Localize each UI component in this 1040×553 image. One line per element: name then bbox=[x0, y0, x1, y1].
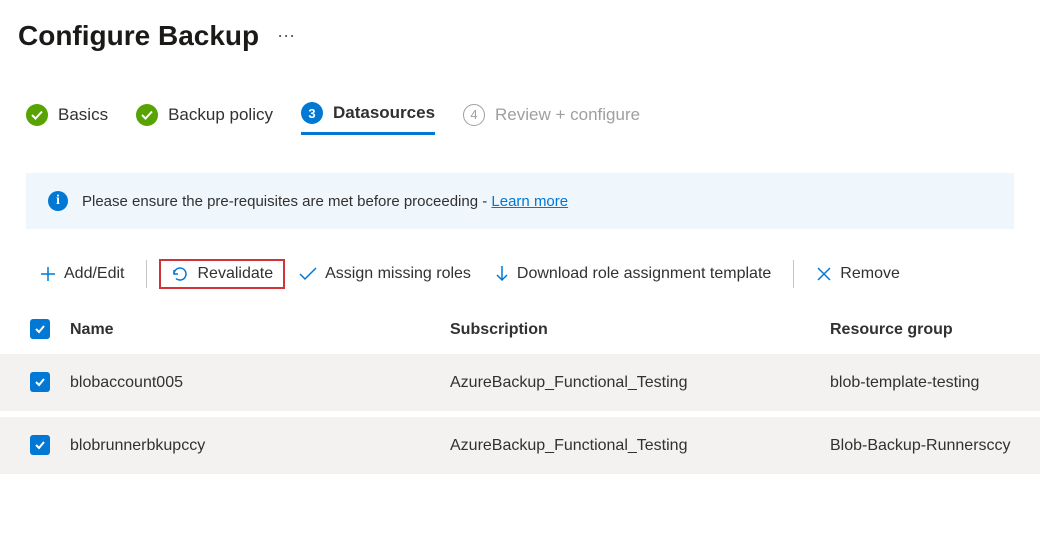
assign-roles-button[interactable]: Assign missing roles bbox=[289, 259, 481, 289]
tab-label: Review + configure bbox=[495, 105, 640, 125]
button-label: Remove bbox=[840, 265, 900, 283]
table-row[interactable]: blobrunnerbkupccy AzureBackup_Functional… bbox=[0, 417, 1040, 474]
cell-subscription: AzureBackup_Functional_Testing bbox=[450, 374, 830, 392]
page-title: Configure Backup bbox=[18, 20, 259, 52]
divider bbox=[146, 260, 147, 288]
datasources-table: Name Subscription Resource group blobacc… bbox=[0, 305, 1040, 474]
check-icon bbox=[136, 104, 158, 126]
cell-name: blobaccount005 bbox=[70, 374, 450, 392]
tab-label: Basics bbox=[58, 105, 108, 125]
info-icon: i bbox=[48, 191, 68, 211]
banner-text: Please ensure the pre-requisites are met… bbox=[82, 193, 491, 210]
button-label: Assign missing roles bbox=[325, 265, 471, 283]
select-all-checkbox[interactable] bbox=[30, 319, 50, 339]
cell-subscription: AzureBackup_Functional_Testing bbox=[450, 437, 830, 455]
download-template-button[interactable]: Download role assignment template bbox=[485, 259, 781, 289]
button-label: Add/Edit bbox=[64, 265, 124, 283]
cell-name: blobrunnerbkupccy bbox=[70, 437, 450, 455]
step-number-badge: 4 bbox=[463, 104, 485, 126]
row-checkbox[interactable] bbox=[30, 435, 50, 455]
refresh-icon bbox=[171, 265, 189, 283]
add-edit-button[interactable]: Add/Edit bbox=[30, 259, 134, 289]
step-number-badge: 3 bbox=[301, 102, 323, 124]
info-banner: i Please ensure the pre-requisites are m… bbox=[26, 173, 1014, 229]
wizard-tabs: Basics Backup policy 3 Datasources 4 Rev… bbox=[0, 62, 1040, 135]
cell-resource-group: blob-template-testing bbox=[830, 374, 1014, 392]
check-icon bbox=[26, 104, 48, 126]
divider bbox=[793, 260, 794, 288]
button-label: Download role assignment template bbox=[517, 265, 771, 283]
button-label: Revalidate bbox=[197, 265, 273, 283]
check-icon bbox=[299, 267, 317, 281]
tab-datasources[interactable]: 3 Datasources bbox=[301, 102, 435, 135]
download-icon bbox=[495, 265, 509, 283]
revalidate-button[interactable]: Revalidate bbox=[159, 259, 285, 289]
cell-resource-group: Blob-Backup-Runnersccy bbox=[830, 437, 1014, 455]
plus-icon bbox=[40, 266, 56, 282]
close-icon bbox=[816, 266, 832, 282]
table-header-row: Name Subscription Resource group bbox=[0, 305, 1040, 354]
row-checkbox[interactable] bbox=[30, 372, 50, 392]
column-header-resource-group[interactable]: Resource group bbox=[830, 321, 1014, 339]
tab-review-configure: 4 Review + configure bbox=[463, 104, 640, 134]
column-header-name[interactable]: Name bbox=[70, 321, 450, 339]
column-header-subscription[interactable]: Subscription bbox=[450, 321, 830, 339]
tab-basics[interactable]: Basics bbox=[26, 104, 108, 134]
more-icon[interactable]: ⋯ bbox=[277, 26, 297, 47]
tab-label: Backup policy bbox=[168, 105, 273, 125]
tab-backup-policy[interactable]: Backup policy bbox=[136, 104, 273, 134]
toolbar: Add/Edit Revalidate Assign missing roles… bbox=[0, 229, 1040, 305]
tab-label: Datasources bbox=[333, 103, 435, 123]
table-row[interactable]: blobaccount005 AzureBackup_Functional_Te… bbox=[0, 354, 1040, 411]
learn-more-link[interactable]: Learn more bbox=[491, 193, 568, 210]
remove-button[interactable]: Remove bbox=[806, 259, 910, 289]
